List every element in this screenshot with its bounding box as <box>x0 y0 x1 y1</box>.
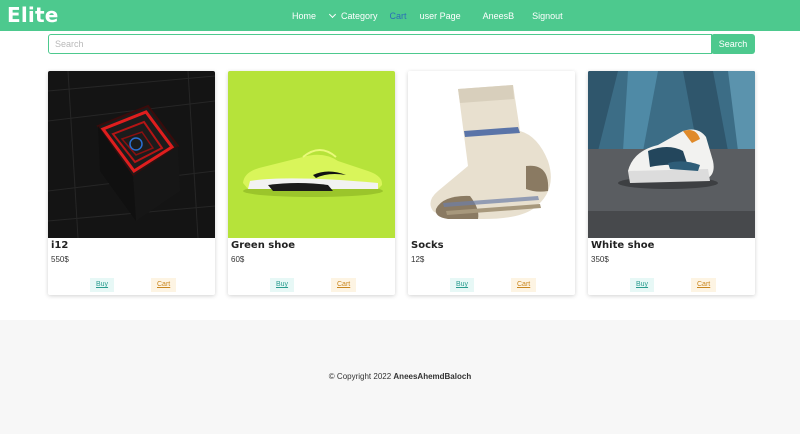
product-card: Socks 12$ Buy Cart <box>408 71 575 295</box>
nav-category-label: Category <box>341 10 378 21</box>
nav-home-link[interactable]: Home <box>292 11 316 21</box>
buy-button[interactable]: Buy <box>450 278 475 292</box>
nav-cart-link[interactable]: Cart <box>390 11 407 21</box>
copyright-author: AneesAhemdBaloch <box>393 372 472 381</box>
footer-copyright: © Copyright 2022 AneesAhemdBaloch <box>0 372 800 381</box>
product-price: 60$ <box>231 255 245 264</box>
product-image-socks[interactable] <box>408 71 575 238</box>
add-to-cart-button[interactable]: Cart <box>511 278 537 292</box>
product-card: Green shoe 60$ Buy Cart <box>228 71 395 295</box>
product-image-i12[interactable] <box>48 71 215 238</box>
product-grid: i12 550$ Buy Cart Green shoe 60$ Buy Car… <box>48 71 755 295</box>
product-image-green-shoe[interactable] <box>228 71 395 238</box>
product-image-white-shoe[interactable] <box>588 71 755 238</box>
add-to-cart-button[interactable]: Cart <box>691 278 717 292</box>
product-actions: Buy Cart <box>588 278 755 292</box>
product-card: White shoe 350$ Buy Cart <box>588 71 755 295</box>
buy-button[interactable]: Buy <box>90 278 115 292</box>
product-card: i12 550$ Buy Cart <box>48 71 215 295</box>
search-input[interactable] <box>48 34 712 54</box>
product-price: 12$ <box>411 255 425 264</box>
product-price: 350$ <box>591 255 609 264</box>
add-to-cart-button[interactable]: Cart <box>151 278 177 292</box>
brand-logo[interactable]: Elite <box>7 3 59 27</box>
product-name: Green shoe <box>231 240 296 251</box>
copyright-text: © Copyright 2022 <box>328 372 392 381</box>
search-bar: Search <box>48 34 755 54</box>
nav-signout-link[interactable]: Signout <box>532 11 563 21</box>
buy-button[interactable]: Buy <box>630 278 655 292</box>
product-actions: Buy Cart <box>48 278 215 292</box>
navbar: Elite Home Category Cart user Page Anees… <box>0 0 800 31</box>
search-button[interactable]: Search <box>711 34 755 54</box>
nav-username-link[interactable]: AneesB <box>483 11 515 21</box>
product-name: i12 <box>51 240 69 251</box>
buy-button[interactable]: Buy <box>270 278 295 292</box>
product-actions: Buy Cart <box>408 278 575 292</box>
nav-category-dropdown[interactable]: Category <box>328 10 378 21</box>
nav-links: Home Category Cart user Page AneesB Sign… <box>292 0 563 31</box>
add-to-cart-button[interactable]: Cart <box>331 278 357 292</box>
chevron-down-icon <box>328 10 337 18</box>
product-name: White shoe <box>591 240 655 251</box>
nav-user-page-link[interactable]: user Page <box>420 11 461 21</box>
product-price: 550$ <box>51 255 69 264</box>
footer: © Copyright 2022 AneesAhemdBaloch <box>0 320 800 434</box>
product-name: Socks <box>411 240 444 251</box>
product-actions: Buy Cart <box>228 278 395 292</box>
